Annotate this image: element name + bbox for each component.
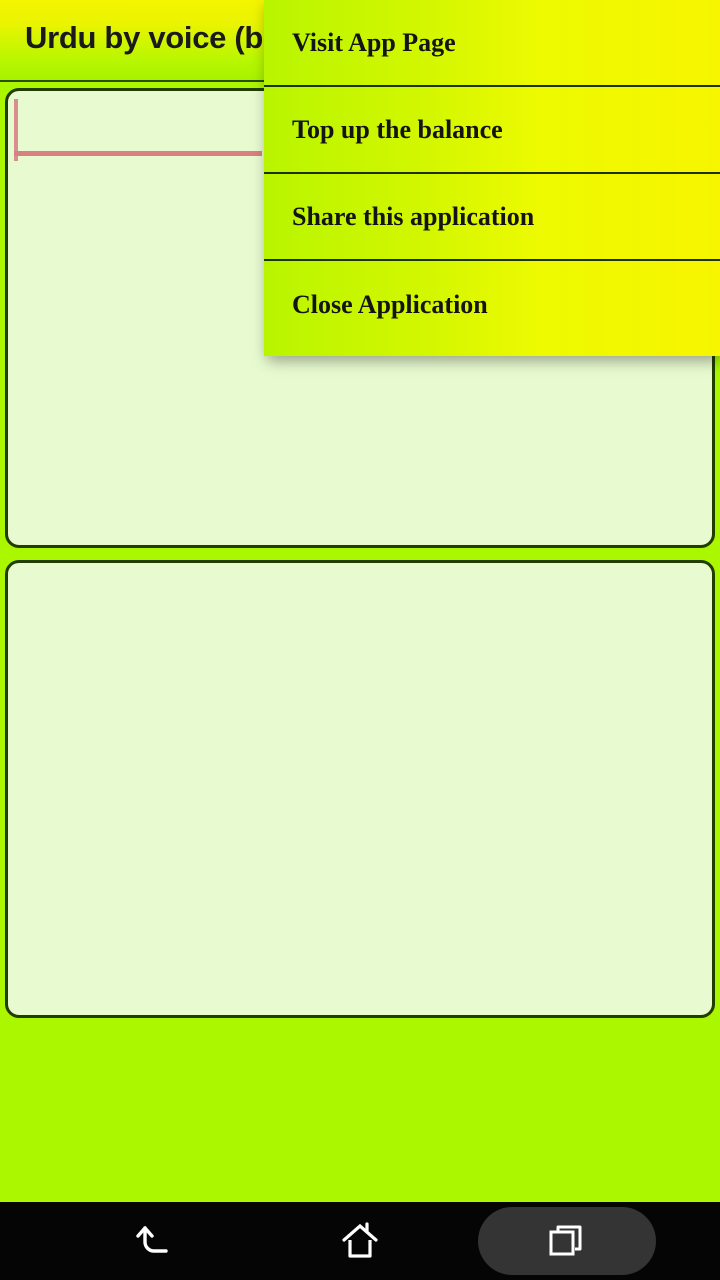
nav-back-button[interactable] — [75, 1202, 235, 1280]
page-title: Urdu by voice (b — [25, 20, 264, 55]
text-field-underline — [14, 151, 262, 156]
menu-item-label: Share this application — [292, 201, 535, 231]
recents-icon — [549, 1225, 582, 1256]
app-screen: Urdu by voice (b Visit App Page Top up t… — [0, 0, 720, 1280]
system-navigation-bar — [0, 1202, 720, 1280]
menu-item-visit-app-page[interactable]: Visit App Page — [264, 0, 720, 87]
menu-item-close-application[interactable]: Close Application — [264, 261, 720, 348]
menu-item-label: Top up the balance — [292, 114, 503, 144]
nav-home-button[interactable] — [280, 1202, 440, 1280]
output-text-panel[interactable] — [5, 560, 715, 1018]
back-arrow-icon — [136, 1226, 168, 1253]
menu-item-share-application[interactable]: Share this application — [264, 174, 720, 261]
overflow-menu: Visit App Page Top up the balance Share … — [264, 0, 720, 356]
menu-item-label: Close Application — [292, 289, 488, 319]
nav-recents-button[interactable] — [478, 1207, 656, 1275]
menu-item-top-up-balance[interactable]: Top up the balance — [264, 87, 720, 174]
menu-item-label: Visit App Page — [292, 27, 456, 57]
home-icon — [342, 1222, 378, 1258]
